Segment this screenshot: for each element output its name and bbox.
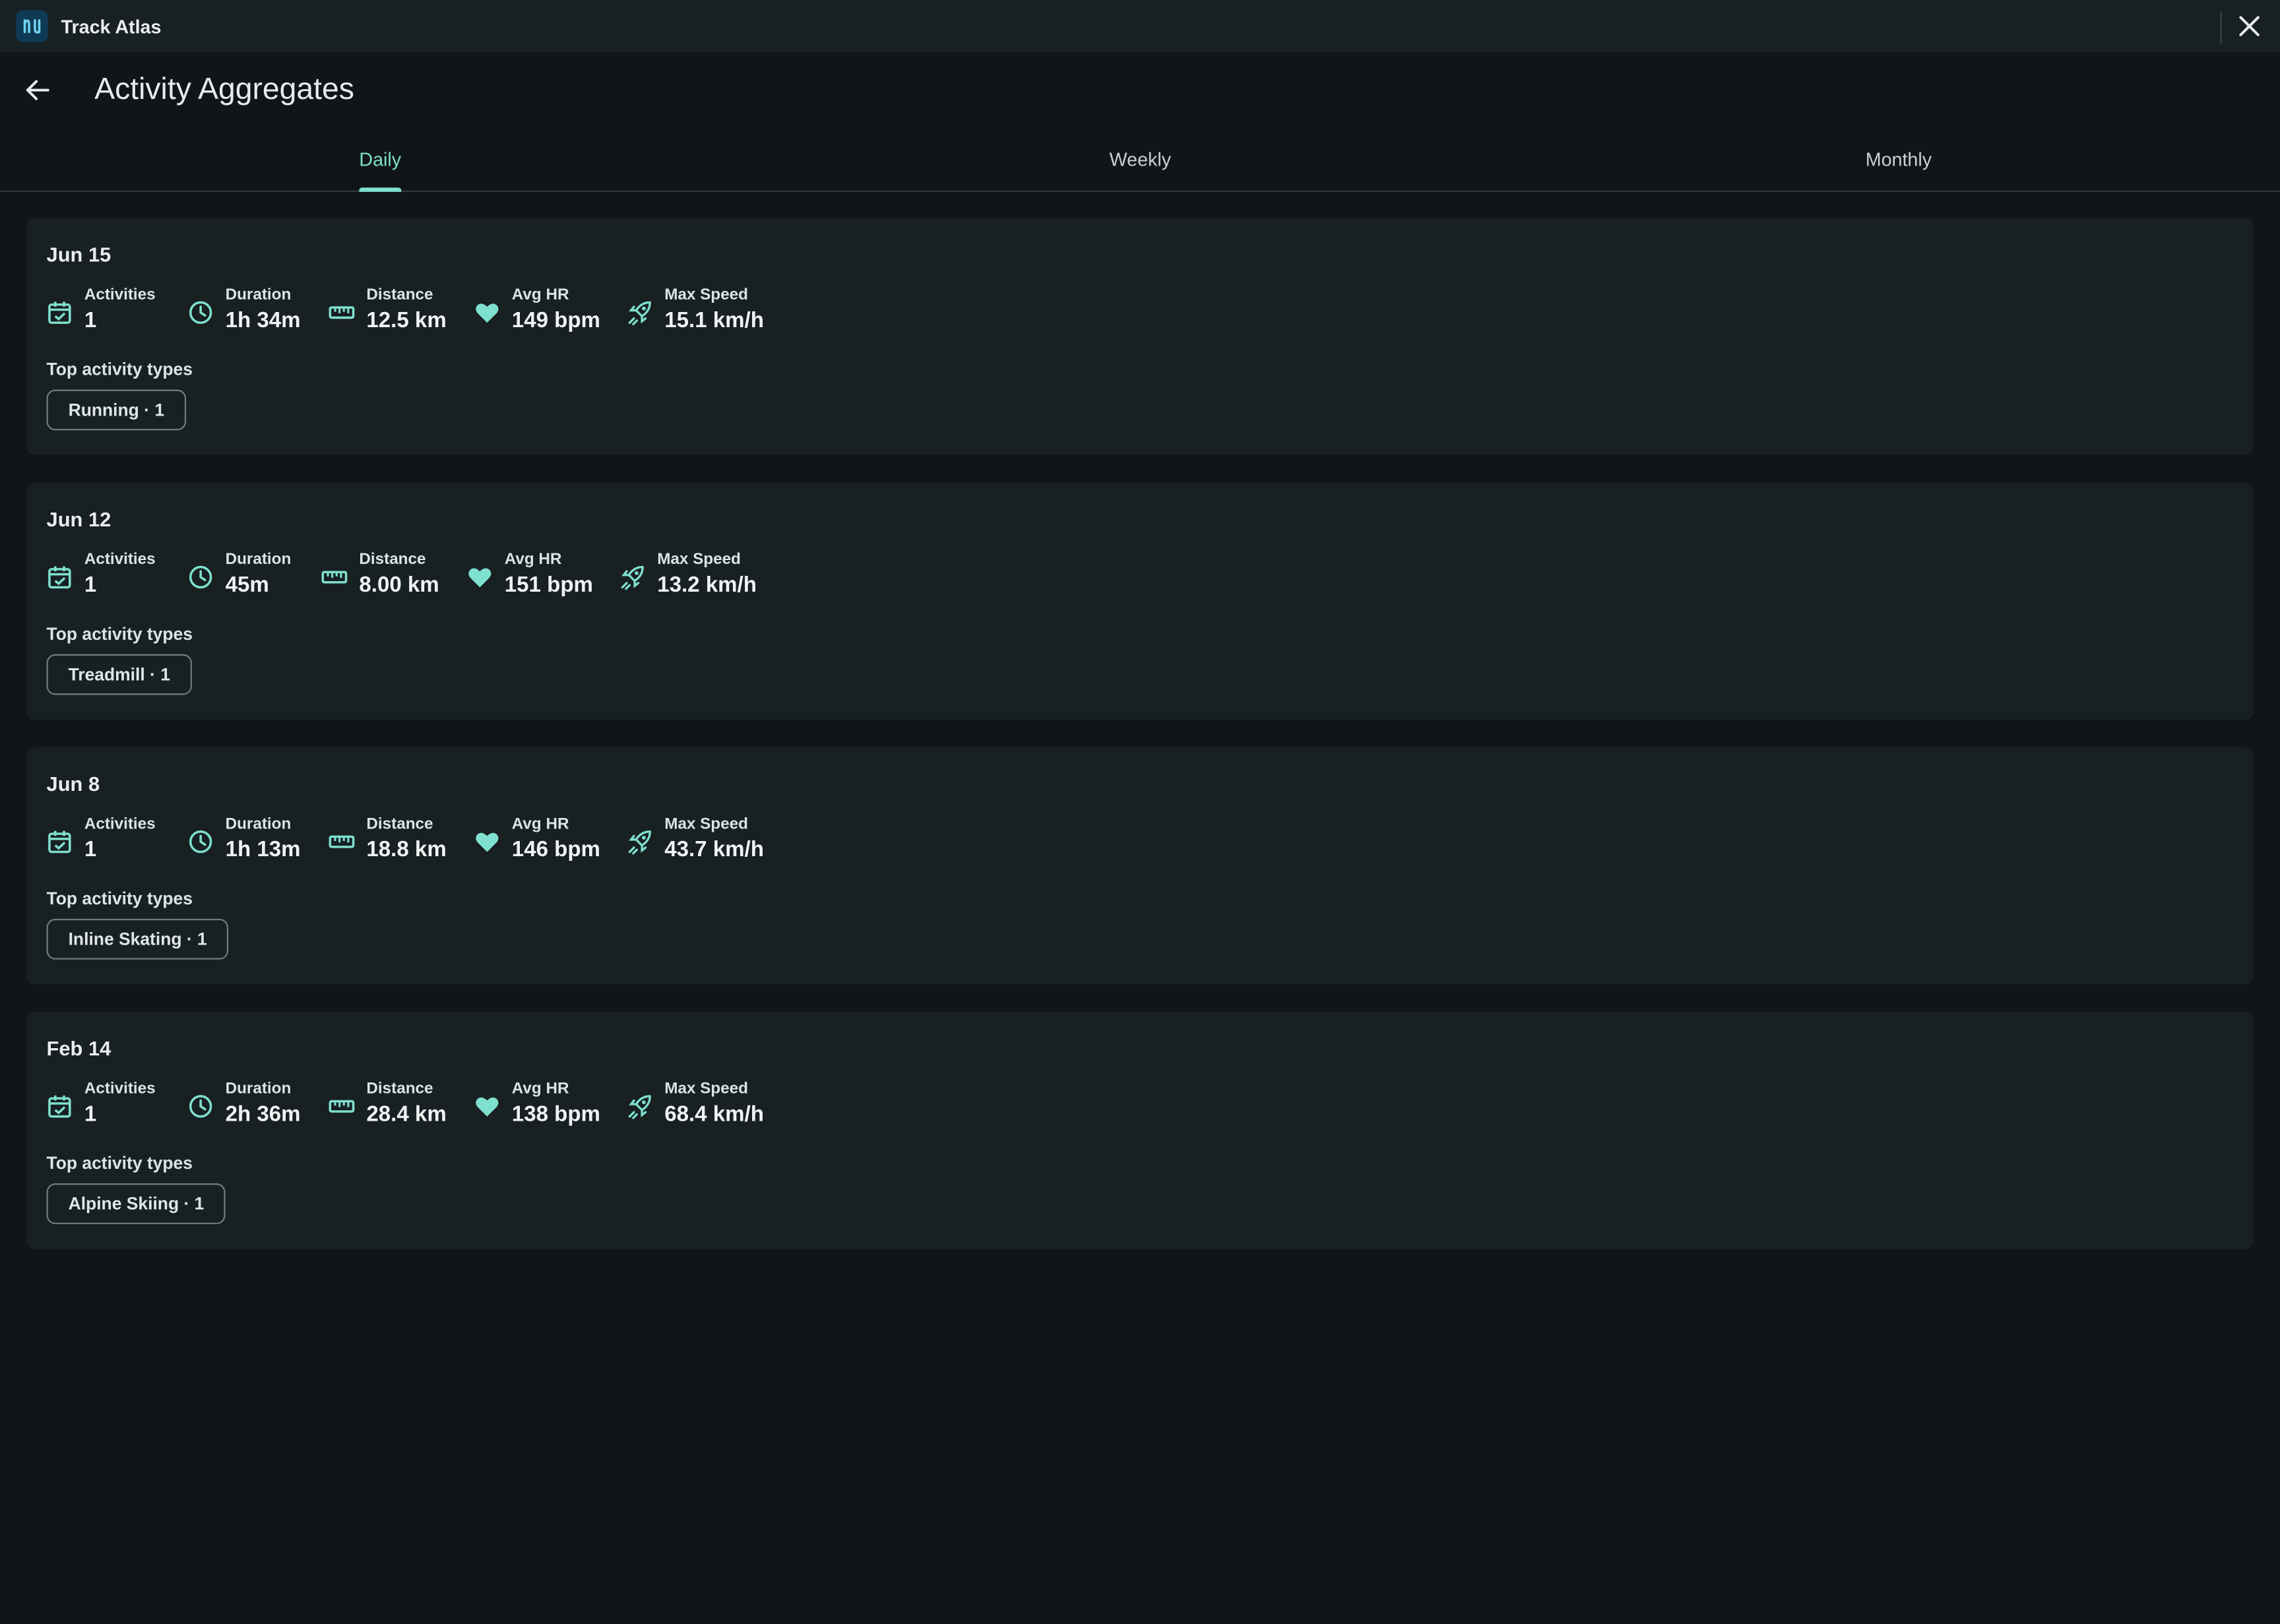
tab-bar: Daily Weekly Monthly <box>0 128 2280 192</box>
tab-daily[interactable]: Daily <box>359 128 401 191</box>
calendar-check-icon <box>48 301 71 325</box>
metrics-row: Activities 1 Duration 2h 36m Distance 28.4 … <box>47 1080 764 1131</box>
metric-duration: Duration 2h 36m <box>187 1080 329 1131</box>
metric-activities: Activities 1 <box>47 286 188 337</box>
metric-avg-hr: Avg HR 151 bpm <box>466 551 619 602</box>
activities-value: 1 <box>84 1102 97 1127</box>
duration-value: 1h 13m <box>225 837 301 862</box>
metric-max-speed: Max Speed 68.4 km/h <box>627 1080 764 1131</box>
max-speed-value: 43.7 km/h <box>664 837 764 862</box>
ruler-icon <box>329 1100 355 1113</box>
metrics-row: Activities 1 Duration 1h 34m Distance 12.5 … <box>47 286 764 337</box>
metric-distance: Distance 28.4 km <box>329 1080 474 1131</box>
day-card: Jun 8 Activities 1 Duration 1h 13m Distanc… <box>26 747 2254 985</box>
clock-icon <box>189 301 212 325</box>
metric-max-speed: Max Speed 13.2 km/h <box>619 551 757 602</box>
metric-avg-hr: Avg HR 138 bpm <box>474 1080 627 1131</box>
avg-hr-value: 146 bpm <box>511 837 600 862</box>
metric-distance: Distance 8.00 km <box>321 551 466 602</box>
ruler-icon <box>329 306 355 319</box>
duration-value: 45m <box>225 573 269 598</box>
title-bar: Track Atlas <box>0 0 2280 53</box>
day-card: Jun 15 Activities 1 Duration 1h 34m Distan… <box>26 218 2254 455</box>
metric-activities: Activities 1 <box>47 1080 188 1131</box>
metric-activities: Activities 1 <box>47 551 188 602</box>
page-header: Activity Aggregates <box>0 52 2280 128</box>
metric-avg-hr: Avg HR 149 bpm <box>474 286 627 337</box>
activities-value: 1 <box>84 573 97 598</box>
arrow-left-icon <box>26 80 49 100</box>
activity-type-chip[interactable]: Inline Skating · 1 <box>46 918 229 960</box>
metric-max-speed: Max Speed 15.1 km/h <box>627 286 764 337</box>
heart-icon <box>468 568 491 588</box>
metrics-row: Activities 1 Duration 1h 13m Distance 18.8 … <box>47 815 764 866</box>
activities-value: 1 <box>84 837 97 862</box>
aggregate-list: Jun 15 Activities 1 Duration 1h 34m Distan… <box>0 192 2280 1249</box>
tab-weekly[interactable]: Weekly <box>1110 128 1171 191</box>
metric-duration: Duration 1h 34m <box>187 286 329 337</box>
app-logo-icon <box>16 10 48 42</box>
rocket-icon <box>628 1095 651 1119</box>
metric-duration: Duration 1h 13m <box>187 815 329 866</box>
top-types-label: Top activity types <box>46 359 193 380</box>
clock-icon <box>189 565 212 589</box>
heart-icon <box>476 303 499 323</box>
metric-duration: Duration 45m <box>187 551 321 602</box>
app-name: Track Atlas <box>61 15 162 38</box>
tab-active-indicator <box>359 187 402 192</box>
card-date: Jun 12 <box>46 507 111 531</box>
max-speed-value: 15.1 km/h <box>664 308 764 333</box>
activity-type-chip[interactable]: Alpine Skiing · 1 <box>46 1183 226 1224</box>
card-date: Feb 14 <box>46 1036 111 1060</box>
avg-hr-value: 151 bpm <box>504 573 593 598</box>
page-title: Activity Aggregates <box>94 73 354 106</box>
title-bar-divider <box>2220 11 2222 44</box>
card-date: Jun 8 <box>46 772 100 796</box>
day-card: Feb 14 Activities 1 Duration 2h 36m Distan… <box>26 1011 2254 1249</box>
avg-hr-value: 138 bpm <box>511 1102 600 1127</box>
app-window: Track Atlas Activity Aggregates Daily We… <box>0 0 2280 1624</box>
clock-icon <box>189 1095 212 1118</box>
heart-icon <box>476 832 499 852</box>
ruler-icon <box>321 571 348 584</box>
activity-type-chip[interactable]: Treadmill · 1 <box>46 654 192 695</box>
ruler-icon <box>329 835 355 848</box>
metric-activities: Activities 1 <box>47 815 188 866</box>
top-types-label: Top activity types <box>46 888 193 909</box>
metric-distance: Distance 18.8 km <box>329 815 474 866</box>
distance-value: 8.00 km <box>359 573 439 598</box>
clock-icon <box>189 830 212 854</box>
calendar-check-icon <box>48 1095 71 1118</box>
card-date: Jun 15 <box>46 243 111 266</box>
rocket-icon <box>628 301 651 326</box>
metric-max-speed: Max Speed 43.7 km/h <box>627 815 764 866</box>
distance-value: 28.4 km <box>366 1102 447 1127</box>
metric-distance: Distance 12.5 km <box>329 286 474 337</box>
close-icon <box>2239 16 2260 36</box>
metric-avg-hr: Avg HR 146 bpm <box>474 815 627 866</box>
distance-value: 12.5 km <box>366 308 447 333</box>
duration-value: 2h 36m <box>225 1102 301 1127</box>
close-button[interactable] <box>2236 13 2263 40</box>
max-speed-value: 13.2 km/h <box>657 573 757 598</box>
day-card: Jun 12 Activities 1 Duration 45m Distance 8… <box>26 482 2254 720</box>
metrics-row: Activities 1 Duration 45m Distance 8.00 km … <box>47 551 757 602</box>
tab-monthly[interactable]: Monthly <box>1866 128 1932 191</box>
calendar-check-icon <box>48 566 71 589</box>
top-types-label: Top activity types <box>46 623 193 644</box>
heart-icon <box>476 1097 499 1117</box>
distance-value: 18.8 km <box>366 837 447 862</box>
avg-hr-value: 149 bpm <box>511 308 600 333</box>
activities-value: 1 <box>84 308 97 333</box>
activity-type-chip[interactable]: Running · 1 <box>46 389 187 431</box>
duration-value: 1h 34m <box>225 308 301 333</box>
rocket-icon <box>621 565 644 590</box>
back-button[interactable] <box>23 76 52 105</box>
rocket-icon <box>628 830 651 855</box>
calendar-check-icon <box>48 830 71 854</box>
top-types-label: Top activity types <box>46 1152 193 1173</box>
max-speed-value: 68.4 km/h <box>664 1102 764 1127</box>
